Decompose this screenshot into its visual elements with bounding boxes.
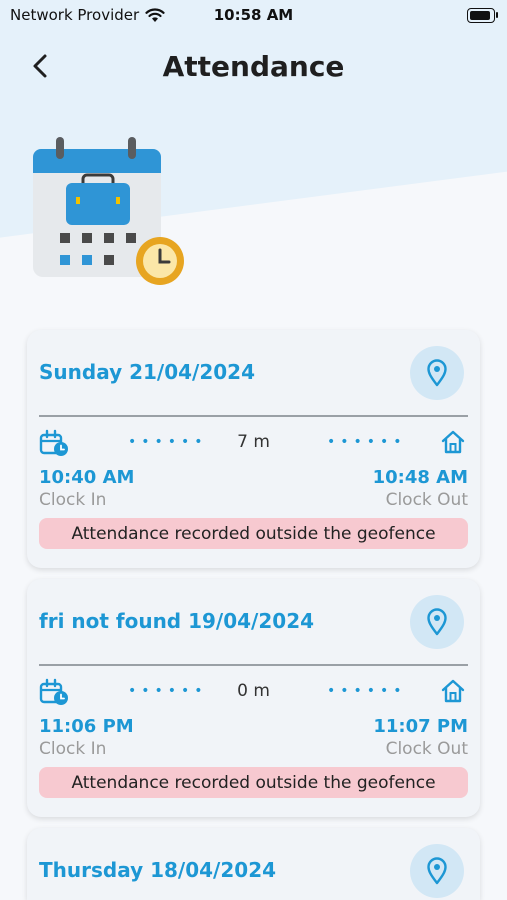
divider xyxy=(39,415,468,417)
geofence-warning: Attendance recorded outside the geofence xyxy=(39,518,468,549)
attendance-card[interactable]: fri not found 19/04/2024 •••••• 0 m ••••… xyxy=(27,579,480,817)
location-pin-icon xyxy=(427,857,447,885)
clock-out-label: Clock Out xyxy=(385,490,468,510)
clock-out-time: 11:07 PM xyxy=(373,716,468,737)
attendance-card[interactable]: Thursday 18/04/2024 xyxy=(27,828,480,900)
dots-right: •••••• xyxy=(327,434,407,450)
clock-out-label: Clock Out xyxy=(385,739,468,759)
attendance-card[interactable]: Sunday 21/04/2024 •••••• 7 m •••••• 10:4… xyxy=(27,330,480,568)
divider xyxy=(39,664,468,666)
home-icon xyxy=(441,679,465,703)
clock-in-label: Clock In xyxy=(39,490,107,510)
card-date: Sunday 21/04/2024 xyxy=(39,360,256,384)
home-icon xyxy=(441,430,465,454)
dots-right: •••••• xyxy=(327,683,407,699)
clock-in-time: 11:06 PM xyxy=(39,716,134,737)
location-pin-icon xyxy=(427,359,447,387)
duration-label: 7 m xyxy=(237,432,270,452)
app-header: Attendance xyxy=(0,40,507,94)
status-bar: Network Provider 10:58 AM xyxy=(0,0,507,32)
location-button[interactable] xyxy=(410,346,464,400)
location-button[interactable] xyxy=(410,844,464,898)
location-pin-icon xyxy=(427,608,447,636)
page-title: Attendance xyxy=(162,50,345,83)
calendar-illustration xyxy=(33,137,184,285)
status-time: 10:58 AM xyxy=(213,6,294,24)
duration-label: 0 m xyxy=(237,681,270,701)
card-date: Thursday 18/04/2024 xyxy=(39,858,277,882)
clock-in-time: 10:40 AM xyxy=(39,467,135,488)
clock-out-time: 10:48 AM xyxy=(372,467,468,488)
location-button[interactable] xyxy=(410,595,464,649)
battery-icon xyxy=(467,8,498,23)
card-date: fri not found 19/04/2024 xyxy=(39,609,315,633)
geofence-warning: Attendance recorded outside the geofence xyxy=(39,767,468,798)
clock-in-label: Clock In xyxy=(39,739,107,759)
